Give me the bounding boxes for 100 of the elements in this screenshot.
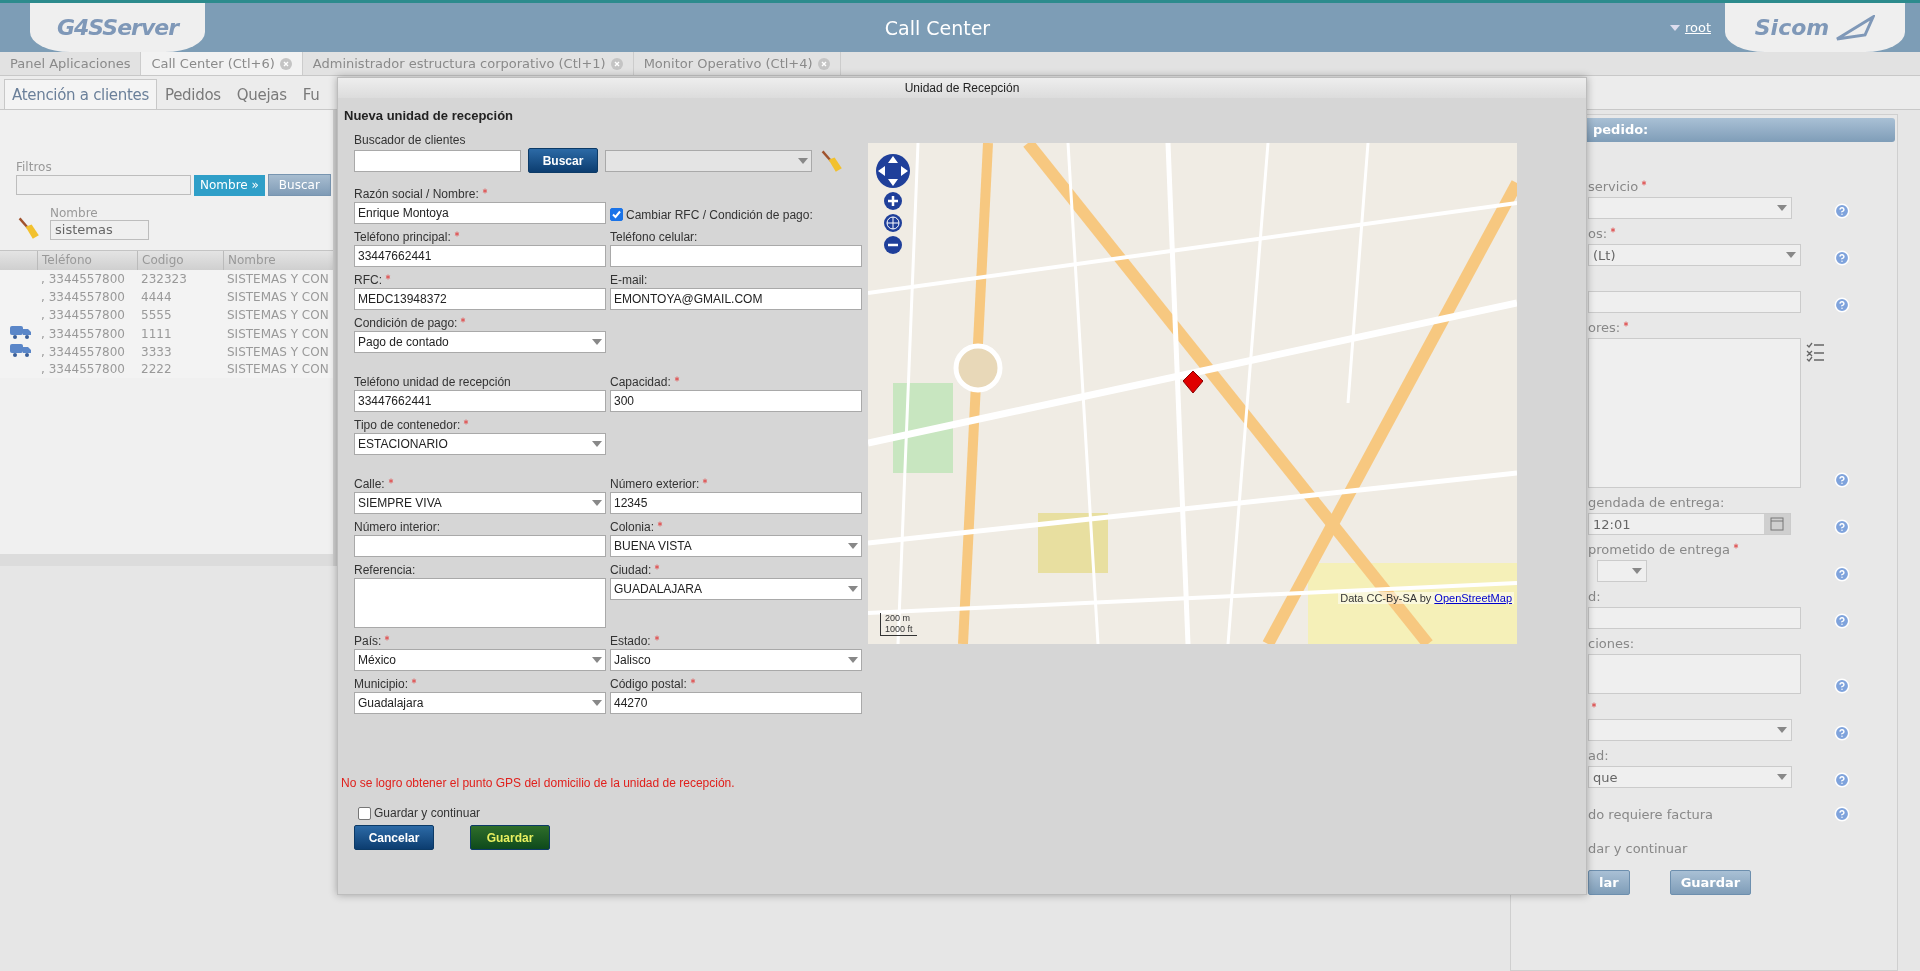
field-label: Capacidad: [610, 375, 862, 390]
table-cell-text: 1111 [140, 326, 173, 341]
field-label: Buscador de clientes [354, 133, 467, 148]
help-icon[interactable] [1834, 297, 1850, 313]
checkbox[interactable] [358, 806, 371, 820]
input-field[interactable]: MEDC13948372 [354, 288, 606, 310]
pan-control-icon[interactable] [875, 153, 911, 189]
input-field[interactable] [610, 245, 862, 267]
broom-icon[interactable] [819, 148, 843, 173]
input-field[interactable]: 12345 [610, 492, 862, 514]
user-link[interactable]: root [1684, 20, 1711, 35]
select-field[interactable]: Jalisco [610, 649, 862, 671]
select-field[interactable] [1597, 560, 1647, 582]
zoom-in-icon[interactable] [883, 191, 903, 211]
field-label: Referencia: [354, 563, 417, 578]
close-icon[interactable] [279, 57, 292, 70]
help-icon[interactable] [1834, 772, 1850, 788]
name-label: Nombre [50, 206, 99, 220]
close-icon[interactable] [610, 57, 623, 70]
required-marker-icon [1731, 542, 1740, 550]
dropdown-caret-icon [592, 500, 602, 506]
help-icon[interactable] [1834, 250, 1850, 266]
table-cell-text: , 3344557800 [40, 362, 126, 376]
select-field[interactable]: que [1588, 766, 1792, 788]
close-icon[interactable] [817, 57, 830, 70]
input-field[interactable] [1588, 291, 1801, 313]
section-tab[interactable]: Pedidos [157, 79, 229, 109]
truck-icon [10, 343, 32, 357]
select-field[interactable]: (Lt) [1588, 244, 1801, 266]
truck-icon [10, 325, 32, 339]
globe-icon[interactable] [883, 213, 903, 233]
required-marker-icon [452, 230, 461, 238]
required-marker-icon [384, 273, 392, 281]
section-tab[interactable]: Atención a clientes [4, 79, 157, 109]
dropdown-caret-icon [592, 700, 602, 706]
input-field[interactable] [354, 535, 606, 557]
input-field[interactable]: 33447662441 [354, 245, 606, 267]
attribution-link[interactable]: OpenStreetMap [1434, 592, 1512, 604]
help-icon[interactable] [1834, 566, 1850, 582]
select-field[interactable] [605, 149, 812, 172]
zoom-out-icon[interactable] [883, 235, 903, 255]
scrollbar[interactable] [0, 554, 333, 566]
help-icon[interactable] [1834, 203, 1850, 219]
text-area[interactable] [1588, 654, 1801, 694]
select-field[interactable] [1588, 197, 1792, 219]
checklist-icon[interactable] [1806, 342, 1826, 364]
input-field[interactable]: 300 [610, 390, 862, 412]
required-marker-icon [410, 677, 419, 685]
select-field[interactable] [1588, 719, 1792, 741]
required-marker-icon [652, 634, 661, 642]
dropdown-caret-icon [848, 586, 858, 592]
input-field[interactable] [354, 149, 521, 172]
app-title: Call Center [883, 16, 992, 39]
field-label: Número exterior: [610, 477, 862, 492]
select-field[interactable]: BUENA VISTA [610, 535, 862, 557]
help-icon[interactable] [1834, 472, 1850, 488]
required-marker-icon [672, 375, 681, 383]
checkbox-label: do requiere factura [1588, 807, 1714, 822]
field-label: Colonia: [610, 520, 862, 535]
filter-field[interactable] [16, 175, 191, 195]
section-tab[interactable]: Quejas [228, 79, 295, 109]
calendar-icon[interactable] [1764, 514, 1790, 534]
name-field[interactable]: sistemas [50, 220, 149, 240]
table-cell-text: 2222 [140, 362, 173, 376]
text-area[interactable] [354, 578, 606, 628]
field-label: Número interior: [354, 520, 442, 535]
required-marker-icon [386, 477, 395, 485]
section-tab[interactable]: Fu [294, 79, 328, 109]
checkbox[interactable] [610, 208, 623, 221]
help-icon[interactable] [1834, 613, 1850, 629]
help-icon[interactable] [1834, 678, 1850, 694]
input-field[interactable]: EMONTOYA@GMAIL.COM [610, 288, 862, 310]
select-field[interactable]: ESTACIONARIO [354, 433, 606, 455]
select-field[interactable]: Guadalajara [354, 692, 606, 714]
field-label: gendada de entrega: [1588, 495, 1726, 512]
select-field[interactable]: GUADALAJARA [610, 578, 862, 600]
select-field[interactable]: México [354, 649, 606, 671]
input-field[interactable]: 44270 [610, 692, 862, 714]
select-field[interactable]: SIEMPRE VIVA [354, 492, 606, 514]
input-field[interactable]: Enrique Montoya [354, 202, 606, 224]
search-button[interactable]: Buscar [528, 148, 598, 173]
filter-chip[interactable]: Nombre » [194, 174, 265, 196]
dialog-button[interactable]: Guardar [470, 825, 550, 850]
dropdown-caret-icon [1632, 568, 1642, 574]
help-icon[interactable] [1834, 806, 1850, 822]
dialog-heading: Nueva unidad de recepción [343, 107, 515, 123]
table-cell-text: SISTEMAS Y CON [226, 290, 330, 304]
dialog-button[interactable]: Cancelar [354, 825, 434, 850]
table-cell-text: SISTEMAS Y CON [226, 344, 330, 359]
required-marker-icon [1622, 320, 1631, 328]
select-field[interactable]: Pago de contado [354, 331, 606, 353]
app-tab[interactable]: Call Center (Ctl+6) [141, 52, 303, 75]
input-field[interactable] [1588, 607, 1801, 629]
map-attribution: Data CC-By-SA by OpenStreetMap [1338, 592, 1514, 604]
broom-icon[interactable] [16, 216, 40, 240]
input-field[interactable]: 33447662441 [354, 390, 606, 412]
help-icon[interactable] [1834, 725, 1850, 741]
help-icon[interactable] [1834, 519, 1850, 535]
text-area[interactable] [1588, 338, 1801, 488]
date-time-field[interactable]: 12:01 [1588, 513, 1791, 535]
